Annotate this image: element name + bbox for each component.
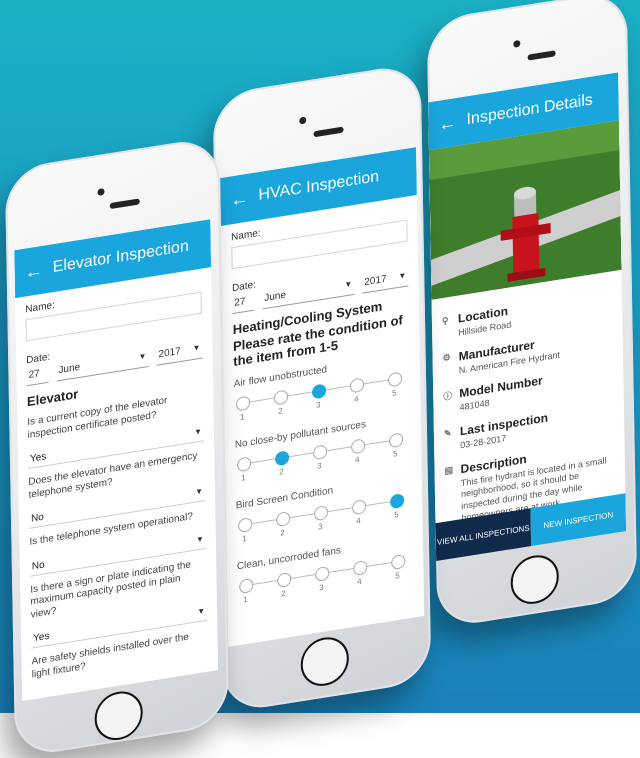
screen-title: Inspection Details [466,91,593,129]
month-value: June [58,361,81,377]
rating-dot[interactable] [235,395,251,412]
rating-dot[interactable] [311,383,327,400]
chevron-down-icon: ▼ [195,533,204,545]
rating-number: 5 [393,449,398,459]
info-icon: ⓘ [443,390,453,402]
rating-dot[interactable] [349,377,365,394]
year-select[interactable]: 2017 ▼ [362,266,409,294]
month-value: June [264,289,287,305]
rating-dot[interactable] [388,432,404,449]
hydrant-photo [428,120,622,300]
home-button[interactable] [300,633,350,690]
screen-elevator-inspection: ← Elevator Inspection Name: Date: 27 Jun… [14,219,219,702]
answer-value: No [30,511,44,525]
pin-icon: ⚲ [441,314,449,326]
rating-number: 1 [239,412,245,422]
screen-inspection-details: ← Inspection Details ⚲ Location Hillside … [428,72,627,562]
screen-hvac-inspection: ← HVAC Inspection Name: Date: 27 June ▼ 2… [220,147,425,647]
rating-dot[interactable] [387,371,403,388]
rating-number: 2 [280,527,285,538]
rating-number: 5 [395,570,400,581]
day-select[interactable]: 27 [26,362,49,387]
ratings-list: Air flow unobstructed 1 2 3 4 5 No close-by po… [234,351,414,612]
back-arrow-icon[interactable]: ← [25,259,43,283]
answer-value: Yes [33,630,50,645]
rating-number: 4 [357,576,362,587]
gear-icon: ⚙ [442,352,451,364]
rating-number: 1 [241,473,246,483]
rating-dot[interactable] [350,438,366,455]
rating-dot[interactable] [238,517,253,534]
rating-number: 3 [317,461,322,471]
camera [513,39,521,48]
chevron-down-icon: ▼ [193,426,203,437]
rating-dot[interactable] [277,571,292,589]
chevron-down-icon: ▼ [192,342,201,354]
screen-title: HVAC Inspection [258,167,380,204]
rating-number: 1 [242,533,247,544]
rating-dot[interactable] [353,559,368,577]
phone-right: ← Inspection Details ⚲ Location Hillside … [426,0,638,630]
rating-number: 3 [315,400,321,410]
rating-dot[interactable] [314,505,329,522]
rating-number: 4 [353,394,359,404]
year-value: 2017 [158,345,181,361]
year-value: 2017 [364,273,387,289]
speaker [109,198,140,210]
rating-dot[interactable] [312,444,328,461]
back-arrow-icon[interactable]: ← [438,111,456,135]
rating-number: 2 [277,406,283,416]
screen-title: Elevator Inspection [52,237,189,277]
document-icon: ▤ [444,464,454,477]
answer-value: No [31,558,45,572]
rating-dot[interactable] [273,389,289,406]
rating-number: 4 [356,515,361,526]
chevron-down-icon: ▼ [344,279,353,290]
rating-dot[interactable] [275,450,290,467]
chevron-down-icon: ▼ [138,351,147,362]
year-select[interactable]: 2017 ▼ [156,338,203,366]
phone-middle: ← HVAC Inspection Name: Date: 27 June ▼ 2… [212,62,432,714]
rating-dot[interactable] [239,577,254,595]
chevron-down-icon: ▼ [194,486,204,497]
rating-dot[interactable] [276,511,291,528]
day-value: 27 [234,296,246,309]
rating-number: 5 [394,509,399,520]
speaker [313,126,344,138]
speaker [527,50,556,61]
chevron-down-icon: ▼ [197,606,206,617]
rating-number: 3 [318,521,323,532]
rating-dot[interactable] [315,565,330,583]
pencil-icon: ✎ [443,427,452,439]
rating-dot[interactable] [237,456,252,473]
phone-left: ← Elevator Inspection Name: Date: 27 Jun… [4,135,230,758]
rating-number: 4 [355,455,360,465]
rating-number: 3 [319,582,324,593]
rating-number: 5 [391,388,397,398]
camera [97,187,105,197]
answer-value: Yes [29,451,47,465]
home-button[interactable] [510,551,560,608]
day-select[interactable]: 27 [232,290,255,315]
rating-dot[interactable] [391,553,406,571]
rating-number: 2 [281,588,286,599]
back-arrow-icon[interactable]: ← [230,187,248,211]
rating-number: 2 [279,467,284,477]
chevron-down-icon: ▼ [398,270,407,281]
rating-number: 1 [243,594,248,605]
day-value: 27 [28,368,40,381]
camera [299,116,307,125]
home-button[interactable] [94,688,144,744]
rating-dot[interactable] [390,493,405,510]
rating-dot[interactable] [352,499,367,516]
